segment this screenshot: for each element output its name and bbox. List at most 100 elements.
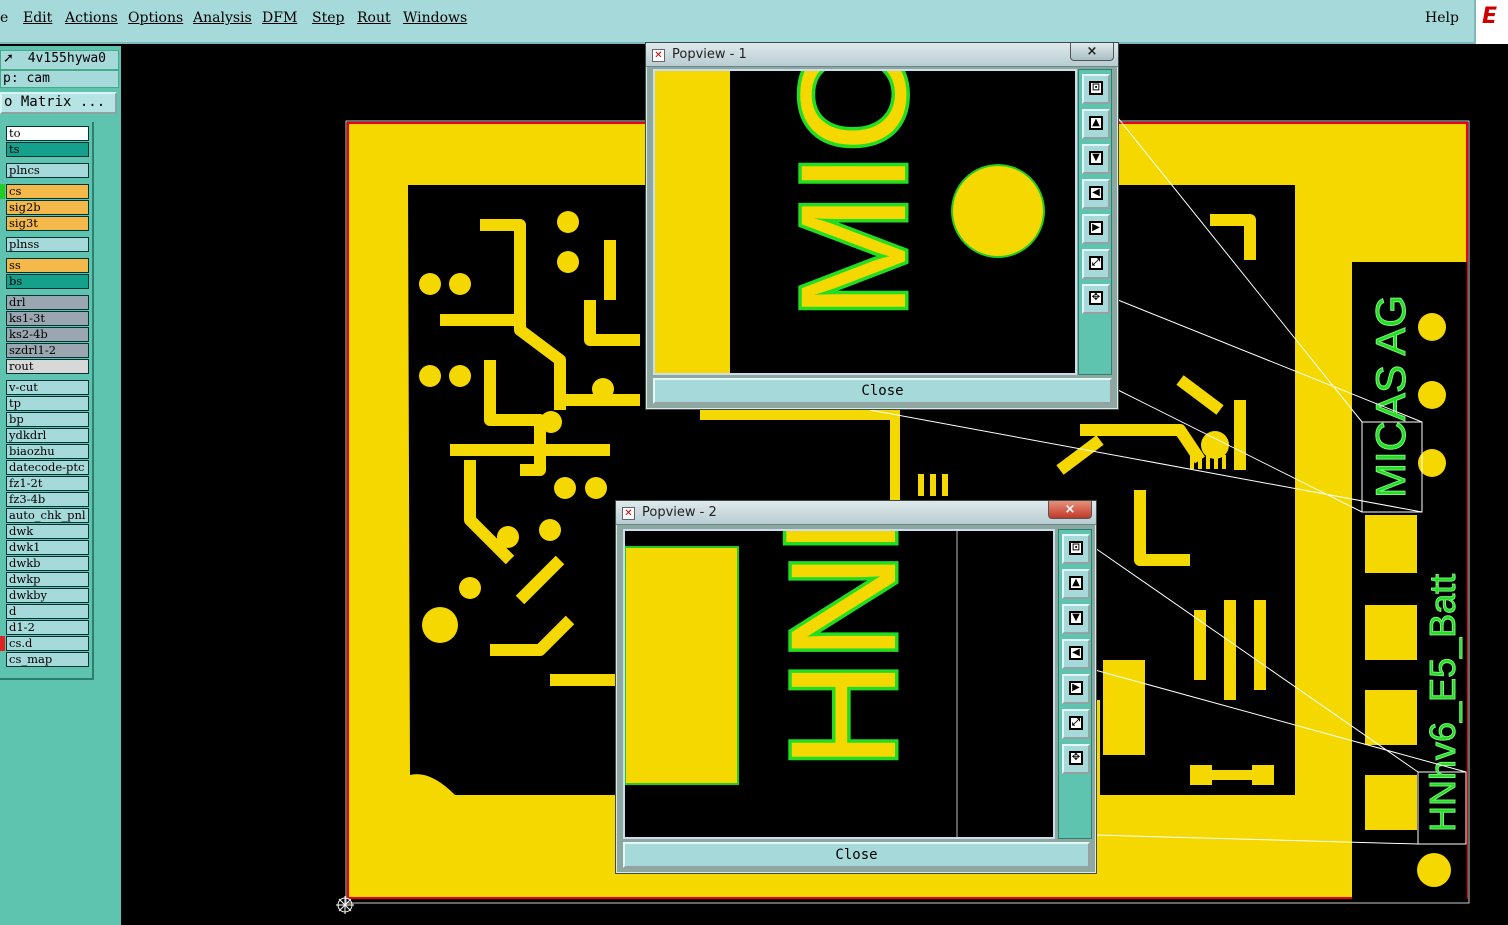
layer-dwkby[interactable]: dwkby bbox=[6, 588, 89, 603]
layer-fz1-2t[interactable]: fz1-2t bbox=[6, 476, 89, 491]
matrix-button[interactable]: o Matrix ... bbox=[0, 92, 117, 114]
layer-plnss[interactable]: plnss bbox=[6, 237, 89, 252]
inner-clearance-mid bbox=[640, 420, 890, 500]
pan-left-button[interactable]: ◀ bbox=[1082, 179, 1110, 209]
silkscreen-batt-box: HNhv6_E5_Batt bbox=[1417, 573, 1467, 845]
popview-2-viewport[interactable]: HNhv bbox=[623, 529, 1055, 839]
fit-all-icon: ⤢ bbox=[1069, 716, 1083, 730]
job-name: 4v155hywa0 bbox=[27, 51, 107, 66]
pan-left-button[interactable]: ◀ bbox=[1062, 639, 1090, 669]
zoom-down-icon: ▼ bbox=[1069, 611, 1083, 625]
zoom-up-icon: ▲ bbox=[1069, 576, 1083, 590]
layer-ks2-4b[interactable]: ks2-4b bbox=[6, 327, 89, 342]
layer-to[interactable]: to bbox=[6, 126, 89, 141]
layer-drl[interactable]: drl bbox=[6, 295, 89, 310]
app-icon: ✕ bbox=[652, 49, 665, 62]
layer-ks1-3t[interactable]: ks1-3t bbox=[6, 311, 89, 326]
center-button[interactable]: ✥ bbox=[1082, 284, 1110, 314]
menu-options[interactable]: Options bbox=[128, 10, 183, 26]
center-button[interactable]: ✥ bbox=[1062, 744, 1090, 774]
pan-left-icon: ◀ bbox=[1069, 646, 1083, 660]
layer-datecode-ptc[interactable]: datecode-ptc bbox=[6, 460, 89, 475]
layer-list: to ts plncs cs sig2b sig3t plnss ss bs drl ks1-3t k… bbox=[0, 122, 94, 680]
layer-ss[interactable]: ss bbox=[6, 258, 89, 273]
popview-2-close-button[interactable]: Close bbox=[623, 842, 1090, 868]
pan-left-icon: ◀ bbox=[1089, 186, 1103, 200]
menu-dfm[interactable]: DFM bbox=[262, 10, 297, 26]
popview-1-titlebar[interactable]: ✕ Popview - 1 bbox=[646, 43, 1118, 67]
popview-1-window: ✕ Popview - 1 × MIC/ ⊡ ▲ ▼ ◀ ▶ ⤢ ✥ Close bbox=[645, 42, 1119, 410]
zoom-down-button[interactable]: ▼ bbox=[1062, 604, 1090, 634]
popview-2-titlebar[interactable]: ✕ Popview - 2 bbox=[616, 501, 1096, 525]
popview-2-window: ✕ Popview - 2 × HNhv ⊡ ▲ ▼ ◀ ▶ ⤢ ✥ Close bbox=[615, 500, 1097, 874]
layer-sig2b[interactable]: sig2b bbox=[6, 200, 89, 215]
job-name-field[interactable]: ➚ 4v155hywa0 bbox=[0, 50, 119, 70]
layer-ts[interactable]: ts bbox=[6, 142, 89, 157]
micas-label: MICAS AG bbox=[1367, 295, 1414, 498]
zoom-home-button[interactable]: ⊡ bbox=[1082, 74, 1110, 104]
fit-all-button[interactable]: ⤢ bbox=[1082, 249, 1110, 279]
menu-step[interactable]: Step bbox=[312, 10, 344, 26]
layer-rout[interactable]: rout bbox=[6, 359, 89, 374]
layer-sig3t[interactable]: sig3t bbox=[6, 216, 89, 231]
layer-szdrl1-2[interactable]: szdrl1-2 bbox=[6, 343, 89, 358]
popview-1-zoom-text: MIC/ bbox=[769, 71, 937, 319]
menu-file[interactable]: e bbox=[0, 10, 8, 26]
popview-1-close-button[interactable]: Close bbox=[653, 378, 1112, 404]
fit-all-icon: ⤢ bbox=[1089, 256, 1103, 270]
center-icon: ✥ bbox=[1069, 751, 1083, 765]
fit-all-button[interactable]: ⤢ bbox=[1062, 709, 1090, 739]
layer-biaozhu[interactable]: biaozhu bbox=[6, 444, 89, 459]
app-icon: ✕ bbox=[622, 507, 635, 520]
zoom-up-button[interactable]: ▲ bbox=[1062, 569, 1090, 599]
layer-cs[interactable]: cs bbox=[6, 184, 89, 199]
pan-right-button[interactable]: ▶ bbox=[1062, 674, 1090, 704]
popview-1-viewport[interactable]: MIC/ bbox=[653, 69, 1077, 375]
center-icon: ✥ bbox=[1089, 291, 1103, 305]
layer-dwk1[interactable]: dwk1 bbox=[6, 540, 89, 555]
layer-dwkp[interactable]: dwkp bbox=[6, 572, 89, 587]
batt-label: HNhv6_E5_Batt bbox=[1422, 574, 1463, 832]
step-name: p: cam bbox=[3, 71, 50, 86]
popview-2-zoom-text: HNhv bbox=[759, 531, 927, 769]
zoom-down-button[interactable]: ▼ bbox=[1082, 144, 1110, 174]
zoom-up-icon: ▲ bbox=[1089, 116, 1103, 130]
pointer-icon: ➚ bbox=[3, 51, 14, 66]
menu-help[interactable]: Help bbox=[1425, 10, 1459, 26]
zoom-up-button[interactable]: ▲ bbox=[1082, 109, 1110, 139]
layer-auto_chk_pnl[interactable]: auto_chk_pnl bbox=[6, 508, 89, 523]
layer-bp[interactable]: bp bbox=[6, 412, 89, 427]
zoom-home-icon: ⊡ bbox=[1089, 81, 1103, 95]
popview-2-close-x-button[interactable]: × bbox=[1048, 501, 1092, 519]
layer-dwkb[interactable]: dwkb bbox=[6, 556, 89, 571]
layer-dwk[interactable]: dwk bbox=[6, 524, 89, 539]
layer-v-cut[interactable]: v-cut bbox=[6, 380, 89, 395]
popview-2-toolbar: ⊡ ▲ ▼ ◀ ▶ ⤢ ✥ bbox=[1058, 529, 1092, 839]
menu-windows[interactable]: Windows bbox=[403, 10, 467, 26]
layer-tp[interactable]: tp bbox=[6, 396, 89, 411]
layer-d1-2[interactable]: d1-2 bbox=[6, 620, 89, 635]
layer-d[interactable]: d bbox=[6, 604, 89, 619]
layer-ydkdrl[interactable]: ydkdrl bbox=[6, 428, 89, 443]
menu-bar: e Edit Actions Options Analysis DFM Step… bbox=[0, 0, 1508, 44]
zoom-down-icon: ▼ bbox=[1089, 151, 1103, 165]
popview-1-title: Popview - 1 bbox=[672, 47, 747, 62]
layer-mark bbox=[0, 184, 5, 199]
menu-analysis[interactable]: Analysis bbox=[193, 10, 252, 26]
menu-actions[interactable]: Actions bbox=[65, 10, 118, 26]
popview-2-title: Popview - 2 bbox=[642, 505, 717, 520]
layer-cs.d[interactable]: cs.d bbox=[6, 636, 89, 651]
layer-fz3-4b[interactable]: fz3-4b bbox=[6, 492, 89, 507]
app-logo: E bbox=[1474, 0, 1508, 44]
menu-edit[interactable]: Edit bbox=[23, 10, 52, 26]
pan-right-button[interactable]: ▶ bbox=[1082, 214, 1110, 244]
layer-plncs[interactable]: plncs bbox=[6, 163, 89, 178]
layer-cs_map[interactable]: cs_map bbox=[6, 652, 89, 667]
popview-1-zoom: MIC/ bbox=[655, 71, 1045, 373]
pan-right-icon: ▶ bbox=[1069, 681, 1083, 695]
popview-1-close-x-button[interactable]: × bbox=[1070, 43, 1114, 61]
zoom-home-button[interactable]: ⊡ bbox=[1062, 534, 1090, 564]
menu-rout[interactable]: Rout bbox=[357, 10, 391, 26]
layer-bs[interactable]: bs bbox=[6, 274, 89, 289]
step-name-field[interactable]: p: cam bbox=[0, 70, 119, 88]
